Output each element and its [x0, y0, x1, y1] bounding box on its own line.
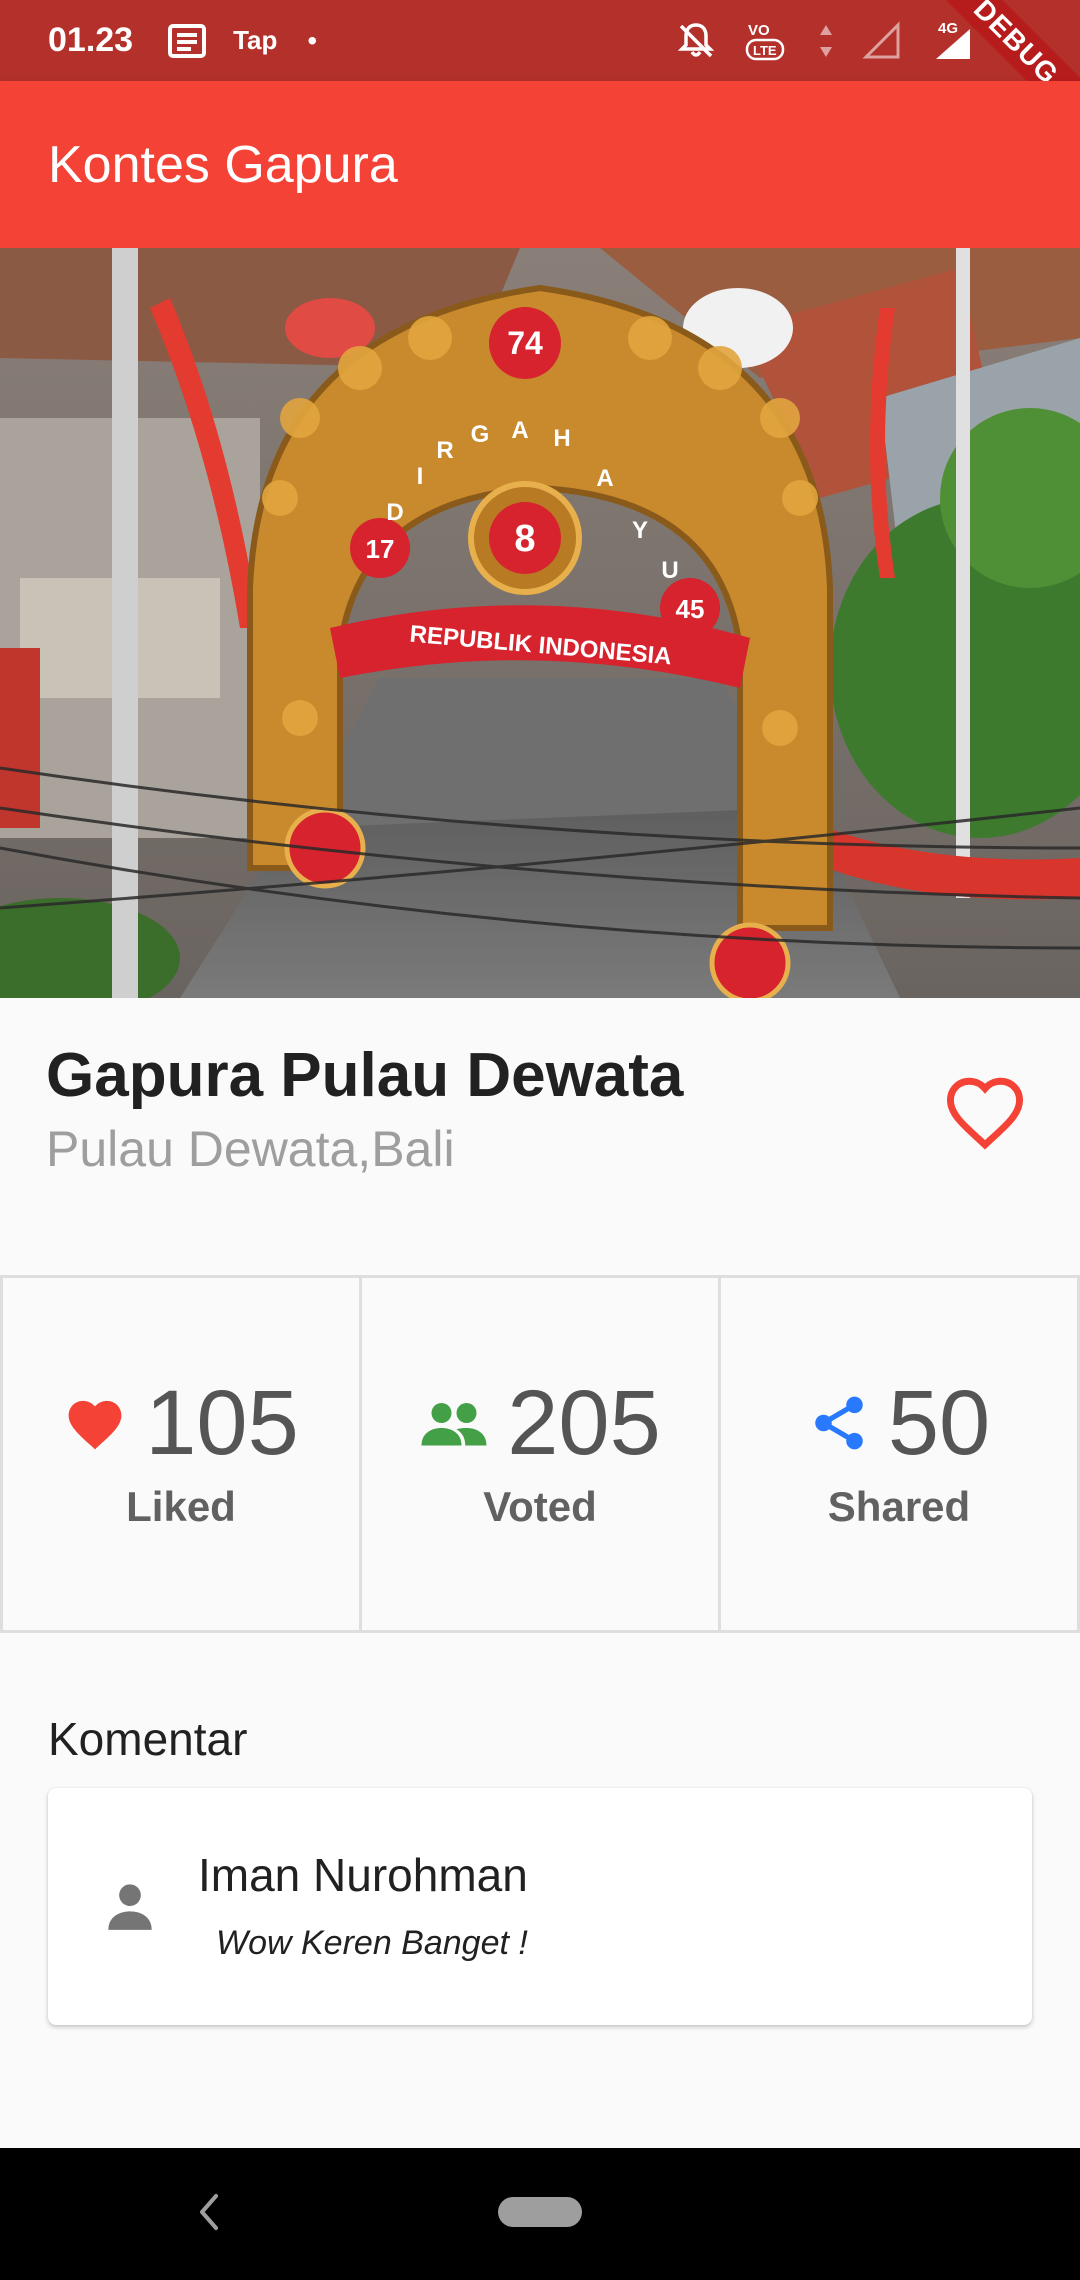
arch-text: 8 [514, 518, 535, 560]
back-icon[interactable] [190, 2188, 226, 2241]
arch-text: D [386, 499, 403, 526]
status-bar: 01.23 Tap • VO LTE 4G DEBUG [0, 0, 1080, 141]
stat-liked-label: Liked [126, 1483, 236, 1530]
stats-row: 105 Liked 205 Voted 50 Shared [0, 1275, 1080, 1633]
arch-text-74: 74 [507, 325, 543, 361]
status-time: 01.23 [48, 21, 134, 59]
system-nav-bar [0, 2148, 1080, 2280]
heart-icon [63, 1394, 127, 1452]
arch-text: 45 [676, 594, 705, 624]
comment-author: Iman Nurohman [198, 1849, 528, 1901]
status-app-label: Tap [233, 25, 278, 55]
comments-heading: Komentar [48, 1713, 248, 1765]
favorite-button[interactable] [938, 1070, 1032, 1154]
app-bar: Kontes Gapura [0, 81, 1080, 248]
place-subtitle: Pulau Dewata,Bali [46, 1121, 455, 1177]
network-label: 4G [938, 20, 958, 37]
arch-text: R [436, 437, 453, 464]
people-icon [419, 1400, 489, 1446]
notifications-off-icon [676, 21, 716, 61]
stat-shared[interactable]: 50 Shared [718, 1275, 1080, 1633]
home-pill-button[interactable] [498, 2197, 582, 2227]
news-icon [167, 21, 207, 61]
arch-text: U [661, 557, 678, 584]
stat-shared-label: Shared [827, 1483, 971, 1530]
arch-text: I [417, 463, 424, 490]
arch-text: G [471, 421, 490, 448]
person-icon [104, 1880, 156, 1937]
stat-voted[interactable]: 205 Voted [359, 1275, 721, 1633]
status-dot: • [307, 24, 318, 56]
screen: 01.23 Tap • VO LTE 4G DEBUG Kontes Gapur… [0, 0, 1080, 2280]
stat-voted-label: Voted [483, 1483, 597, 1530]
comment-card[interactable]: Iman Nurohman Wow Keren Banget ! [48, 1788, 1032, 2025]
signal-icon [862, 20, 902, 61]
stat-shared-value: 50 [887, 1372, 991, 1474]
arch-text: 17 [366, 534, 395, 564]
share-icon [808, 1391, 870, 1455]
arch-text: Y [632, 517, 648, 544]
stat-liked[interactable]: 105 Liked [0, 1275, 362, 1633]
volte-icon: VO LTE [744, 21, 790, 61]
place-info: Gapura Pulau Dewata Pulau Dewata,Bali [0, 998, 1080, 1278]
heart-outline-icon [946, 1077, 1024, 1150]
svg-text:LTE: LTE [753, 43, 777, 58]
stat-voted-value: 205 [507, 1372, 661, 1474]
svg-text:VO: VO [748, 22, 770, 39]
hero-image: 74 D I R G A H A Y U 17 8 45 REPUBLIK IN… [0, 248, 1080, 998]
arch-text: A [511, 417, 528, 444]
data-arrows-icon [818, 21, 834, 61]
arch-text: H [553, 425, 570, 452]
arch-text: A [596, 465, 613, 492]
comment-text: Wow Keren Banget ! [216, 1924, 528, 1962]
app-title: Kontes Gapura [48, 135, 398, 194]
place-title: Gapura Pulau Dewata [46, 1041, 684, 1110]
stat-liked-value: 105 [145, 1372, 299, 1474]
